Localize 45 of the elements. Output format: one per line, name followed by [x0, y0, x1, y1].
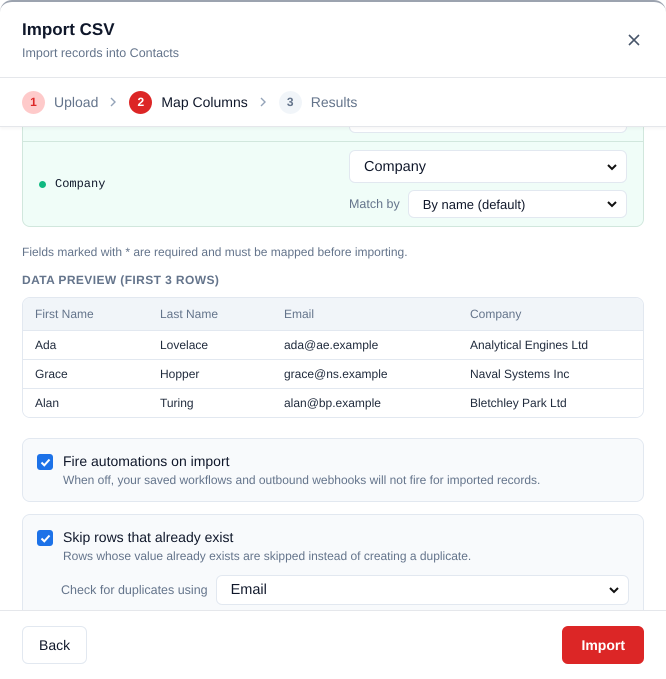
chevron-right-icon [110, 97, 118, 107]
target-field-select[interactable]: Company [349, 150, 627, 183]
table-cell-text: Lovelace [160, 338, 210, 352]
table-cell-text: Turing [160, 396, 195, 410]
step-number: 1 [22, 90, 45, 114]
table-cell-text: grace@ns.example [284, 367, 389, 381]
table-cell-text: Hopper [160, 367, 200, 381]
table-cell-text: Bletchley Park Ltd [470, 396, 568, 410]
table-cell-text: Grace [35, 367, 69, 381]
duplicate-field-select[interactable]: Email [216, 575, 629, 605]
required-note: Fields marked with * are required and must be mapped before importing. [22, 245, 409, 259]
table-cell-text: Alan [35, 396, 60, 410]
column-header: First Name [35, 307, 95, 321]
column-header: Last Name [160, 307, 220, 321]
field-label: Check for duplicates using [61, 583, 208, 597]
checkbox[interactable] [37, 454, 53, 470]
match-label: Match by [349, 197, 400, 211]
checkmark-icon [40, 532, 50, 544]
step-number: 2 [129, 90, 152, 114]
option-description: When off, your saved workflows and outbound webhooks will not fire for imported records. [63, 473, 540, 487]
step-label[interactable]: Results [310, 94, 358, 110]
step-label[interactable]: Upload [54, 94, 98, 110]
column-header: Company [470, 307, 522, 321]
table-cell-text: Ada [35, 338, 58, 352]
column-header: Email [284, 307, 316, 321]
table-cell-text: ada@ae.example [284, 338, 380, 352]
option-label: Skip rows that already exist [63, 529, 234, 545]
step-label[interactable]: Map Columns [161, 94, 248, 110]
source-column: Company [39, 177, 349, 191]
chevron-right-icon [260, 97, 267, 107]
close-icon [628, 34, 640, 46]
option-label: Fire automations on import [63, 453, 231, 469]
section-title: DATA PREVIEW (FIRST 3 ROWS) [22, 273, 220, 287]
back-button[interactable]: Back [22, 626, 88, 664]
table-cell-text: Naval Systems Inc [470, 367, 570, 381]
table-cell-text: alan@bp.example [284, 396, 382, 410]
checkmark-icon [40, 456, 50, 468]
checkbox[interactable] [37, 530, 53, 546]
import-button[interactable]: Import [562, 626, 644, 664]
dialog-subtitle: Import records into Contacts [22, 46, 180, 60]
step-number: 3 [278, 90, 302, 114]
dialog-title: Import CSV [22, 20, 116, 40]
table-cell-text: Analytical Engines Ltd [470, 338, 590, 352]
match-select[interactable]: By name (default) [408, 190, 627, 218]
option-description: Rows whose value already exists are skipped instead of creating a duplicate. [63, 549, 472, 563]
